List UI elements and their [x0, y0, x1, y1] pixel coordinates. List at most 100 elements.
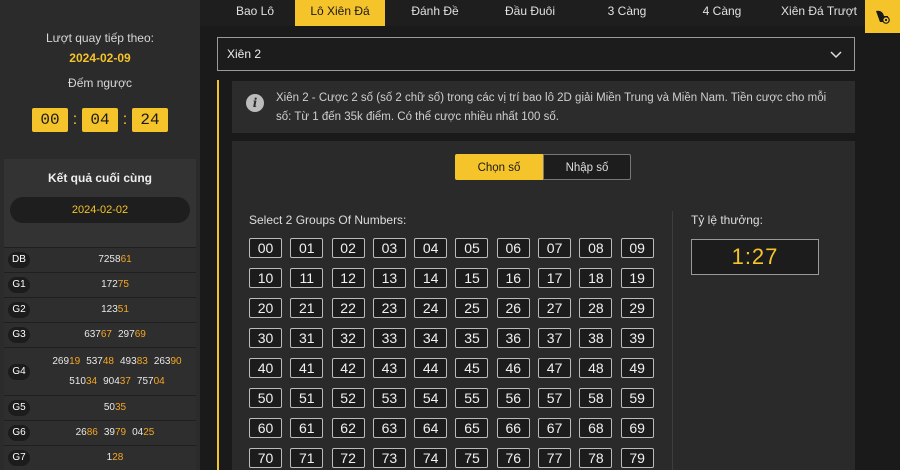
number-cell[interactable]: 26	[496, 298, 530, 318]
number-cell[interactable]: 27	[538, 298, 572, 318]
number-cell[interactable]: 06	[496, 238, 530, 258]
number-cell[interactable]: 69	[620, 418, 654, 438]
result-number: 26390	[153, 355, 182, 367]
number-cell[interactable]: 50	[249, 388, 282, 408]
number-cell[interactable]: 53	[372, 388, 406, 408]
number-cell[interactable]: 45	[455, 358, 489, 378]
number-cell[interactable]: 14	[414, 268, 448, 288]
number-cell[interactable]: 35	[455, 328, 489, 348]
number-cell[interactable]: 08	[579, 238, 613, 258]
next-draw-date: 2024-02-09	[69, 51, 131, 65]
number-cell[interactable]: 10	[249, 268, 282, 288]
tab-3-cang[interactable]: 3 Càng	[582, 0, 672, 26]
number-cell[interactable]: 59	[620, 388, 654, 408]
pick-numbers-button[interactable]: Chọn số	[455, 154, 543, 180]
number-cell[interactable]: 23	[372, 298, 406, 318]
number-cell[interactable]: 32	[331, 328, 365, 348]
number-cell[interactable]: 40	[249, 358, 282, 378]
number-cell[interactable]: 31	[290, 328, 324, 348]
result-row: G7 128	[4, 445, 196, 470]
number-cell[interactable]: 41	[290, 358, 324, 378]
number-cell[interactable]: 38	[579, 328, 613, 348]
number-cell[interactable]: 16	[496, 268, 530, 288]
number-cell[interactable]: 61	[290, 418, 324, 438]
number-cell[interactable]: 54	[414, 388, 448, 408]
number-cell[interactable]: 15	[455, 268, 489, 288]
result-number: 5035	[103, 402, 127, 413]
number-cell[interactable]: 68	[579, 418, 613, 438]
number-cell[interactable]: 25	[455, 298, 489, 318]
number-cell[interactable]: 67	[538, 418, 572, 438]
tab-xien-da-truot[interactable]: Xiên Đá Trượt	[770, 0, 868, 26]
number-cell[interactable]: 63	[372, 418, 406, 438]
tab-bao-lo[interactable]: Bao Lô	[210, 0, 300, 26]
number-cell[interactable]: 73	[372, 448, 406, 468]
tab-dau-duoi[interactable]: Đầu Đuôi	[485, 0, 575, 26]
tab-4-cang[interactable]: 4 Càng	[677, 0, 767, 26]
number-cell[interactable]: 33	[372, 328, 406, 348]
number-cell[interactable]: 00	[249, 238, 282, 258]
countdown-separator: :	[122, 111, 128, 128]
prize-label: G2	[8, 302, 30, 318]
tab-danh-de[interactable]: Đánh Đề	[390, 0, 480, 26]
number-cell[interactable]: 70	[249, 448, 282, 468]
number-cell[interactable]: 65	[455, 418, 489, 438]
number-cell[interactable]: 49	[620, 358, 654, 378]
number-cell[interactable]: 18	[579, 268, 613, 288]
number-cell[interactable]: 20	[249, 298, 282, 318]
number-cell[interactable]: 75	[455, 448, 489, 468]
number-cell[interactable]: 51	[290, 388, 324, 408]
number-cell[interactable]: 39	[620, 328, 654, 348]
number-cell[interactable]: 34	[414, 328, 448, 348]
number-cell[interactable]: 24	[414, 298, 448, 318]
number-cell[interactable]: 05	[455, 238, 489, 258]
number-cell[interactable]: 30	[249, 328, 282, 348]
number-cell[interactable]: 60	[249, 418, 282, 438]
number-cell[interactable]: 43	[372, 358, 406, 378]
number-cell[interactable]: 13	[372, 268, 406, 288]
number-cell[interactable]: 01	[290, 238, 324, 258]
number-cell[interactable]: 46	[496, 358, 530, 378]
number-cell[interactable]: 02	[331, 238, 365, 258]
number-cell[interactable]: 09	[620, 238, 654, 258]
results-date-picker[interactable]: 2024-02-02	[10, 197, 190, 223]
result-number: 90437	[103, 375, 131, 387]
number-cell[interactable]: 28	[579, 298, 613, 318]
number-cell[interactable]: 74	[414, 448, 448, 468]
number-cell[interactable]: 17	[538, 268, 572, 288]
number-cell[interactable]: 03	[372, 238, 406, 258]
number-cell[interactable]: 47	[538, 358, 572, 378]
number-cell[interactable]: 62	[331, 418, 365, 438]
tab-lo-xien-da[interactable]: Lô Xiên Đá	[295, 0, 385, 26]
cart-button[interactable]	[865, 0, 900, 33]
number-cell[interactable]: 12	[331, 268, 365, 288]
number-cell[interactable]: 56	[496, 388, 530, 408]
number-cell[interactable]: 55	[455, 388, 489, 408]
number-cell[interactable]: 48	[579, 358, 613, 378]
number-cell[interactable]: 11	[290, 268, 324, 288]
number-cell[interactable]: 29	[620, 298, 654, 318]
number-cell[interactable]: 66	[496, 418, 530, 438]
number-cell[interactable]: 04	[414, 238, 448, 258]
number-cell[interactable]: 07	[538, 238, 572, 258]
number-cell[interactable]: 64	[414, 418, 448, 438]
number-cell[interactable]: 78	[579, 448, 613, 468]
number-cell[interactable]: 57	[538, 388, 572, 408]
countdown-seconds: 24	[132, 108, 168, 132]
number-cell[interactable]: 44	[414, 358, 448, 378]
number-cell[interactable]: 76	[496, 448, 530, 468]
number-cell[interactable]: 79	[620, 448, 654, 468]
enter-numbers-button[interactable]: Nhập số	[543, 154, 631, 180]
number-cell[interactable]: 71	[290, 448, 324, 468]
number-cell[interactable]: 21	[290, 298, 324, 318]
number-cell[interactable]: 72	[331, 448, 365, 468]
number-cell[interactable]: 58	[579, 388, 613, 408]
number-cell[interactable]: 22	[331, 298, 365, 318]
number-cell[interactable]: 42	[331, 358, 365, 378]
number-cell[interactable]: 19	[620, 268, 654, 288]
bet-variant-select[interactable]: Xiên 2	[217, 37, 855, 71]
number-cell[interactable]: 37	[538, 328, 572, 348]
number-cell[interactable]: 36	[496, 328, 530, 348]
number-cell[interactable]: 77	[538, 448, 572, 468]
number-cell[interactable]: 52	[331, 388, 365, 408]
